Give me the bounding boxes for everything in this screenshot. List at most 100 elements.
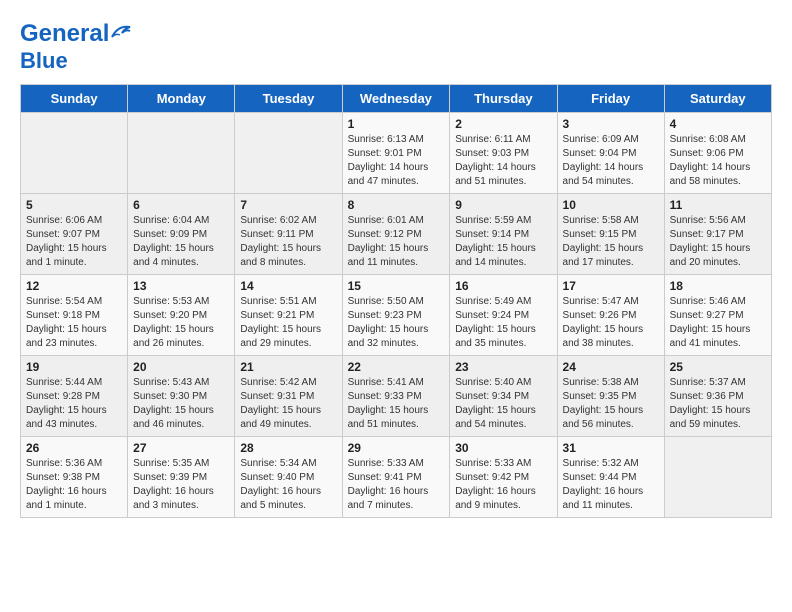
day-info: Sunrise: 5:50 AM Sunset: 9:23 PM Dayligh… xyxy=(348,295,445,351)
day-of-week-header: Monday xyxy=(128,85,235,113)
calendar-cell: 24 Sunrise: 5:38 AM Sunset: 9:35 PM Dayli… xyxy=(557,356,664,437)
calendar-cell: 31 Sunrise: 5:32 AM Sunset: 9:44 PM Dayli… xyxy=(557,437,664,518)
day-info: Sunrise: 5:32 AM Sunset: 9:44 PM Dayligh… xyxy=(563,457,659,513)
day-of-week-header: Saturday xyxy=(664,85,771,113)
day-info: Sunrise: 5:38 AM Sunset: 9:35 PM Dayligh… xyxy=(563,376,659,432)
day-number: 21 xyxy=(240,360,336,374)
day-number: 18 xyxy=(670,279,766,293)
calendar-week-row: 1Sunrise: 6:13 AM Sunset: 9:01 PM Daylig… xyxy=(21,113,772,194)
day-number: 5 xyxy=(26,198,122,212)
day-number: 20 xyxy=(133,360,229,374)
day-number: 1 xyxy=(348,117,445,131)
calendar-cell: 12Sunrise: 5:54 AM Sunset: 9:18 PM Dayli… xyxy=(21,275,128,356)
calendar-header-row: SundayMondayTuesdayWednesdayThursdayFrid… xyxy=(21,85,772,113)
calendar-cell xyxy=(128,113,235,194)
calendar-cell: 10 Sunrise: 5:58 AM Sunset: 9:15 PM Dayli… xyxy=(557,194,664,275)
day-number: 28 xyxy=(240,441,336,455)
calendar-cell: 22 Sunrise: 5:41 AM Sunset: 9:33 PM Dayli… xyxy=(342,356,450,437)
calendar-cell xyxy=(21,113,128,194)
day-info: Sunrise: 5:54 AM Sunset: 9:18 PM Dayligh… xyxy=(26,295,122,351)
logo-text-general: General xyxy=(20,20,109,48)
day-of-week-header: Tuesday xyxy=(235,85,342,113)
calendar-cell: 7 Sunrise: 6:02 AM Sunset: 9:11 PM Daylig… xyxy=(235,194,342,275)
day-info: Sunrise: 5:58 AM Sunset: 9:15 PM Dayligh… xyxy=(563,214,659,270)
day-info: Sunrise: 5:36 AM Sunset: 9:38 PM Dayligh… xyxy=(26,457,122,513)
day-number: 31 xyxy=(563,441,659,455)
calendar-cell: 9 Sunrise: 5:59 AM Sunset: 9:14 PM Daylig… xyxy=(450,194,557,275)
calendar-table: SundayMondayTuesdayWednesdayThursdayFrid… xyxy=(20,84,772,518)
day-info: Sunrise: 5:41 AM Sunset: 9:33 PM Dayligh… xyxy=(348,376,445,432)
day-number: 23 xyxy=(455,360,551,374)
calendar-cell: 14Sunrise: 5:51 AM Sunset: 9:21 PM Dayli… xyxy=(235,275,342,356)
day-info: Sunrise: 6:02 AM Sunset: 9:11 PM Dayligh… xyxy=(240,214,336,270)
logo-bird-icon xyxy=(110,23,132,39)
day-number: 16 xyxy=(455,279,551,293)
day-number: 27 xyxy=(133,441,229,455)
day-number: 26 xyxy=(26,441,122,455)
day-info: Sunrise: 5:43 AM Sunset: 9:30 PM Dayligh… xyxy=(133,376,229,432)
day-of-week-header: Thursday xyxy=(450,85,557,113)
calendar-cell: 1Sunrise: 6:13 AM Sunset: 9:01 PM Daylig… xyxy=(342,113,450,194)
day-info: Sunrise: 6:06 AM Sunset: 9:07 PM Dayligh… xyxy=(26,214,122,270)
calendar-cell: 11 Sunrise: 5:56 AM Sunset: 9:17 PM Dayli… xyxy=(664,194,771,275)
day-info: Sunrise: 6:04 AM Sunset: 9:09 PM Dayligh… xyxy=(133,214,229,270)
day-info: Sunrise: 5:35 AM Sunset: 9:39 PM Dayligh… xyxy=(133,457,229,513)
day-number: 2 xyxy=(455,117,551,131)
calendar-week-row: 19 Sunrise: 5:44 AM Sunset: 9:28 PM Dayli… xyxy=(21,356,772,437)
day-info: Sunrise: 6:01 AM Sunset: 9:12 PM Dayligh… xyxy=(348,214,445,270)
day-of-week-header: Friday xyxy=(557,85,664,113)
day-info: Sunrise: 5:47 AM Sunset: 9:26 PM Dayligh… xyxy=(563,295,659,351)
day-info: Sunrise: 5:44 AM Sunset: 9:28 PM Dayligh… xyxy=(26,376,122,432)
day-info: Sunrise: 6:09 AM Sunset: 9:04 PM Dayligh… xyxy=(563,133,659,189)
calendar-cell: 19 Sunrise: 5:44 AM Sunset: 9:28 PM Dayli… xyxy=(21,356,128,437)
day-info: Sunrise: 5:33 AM Sunset: 9:42 PM Dayligh… xyxy=(455,457,551,513)
day-number: 11 xyxy=(670,198,766,212)
day-number: 6 xyxy=(133,198,229,212)
day-info: Sunrise: 5:37 AM Sunset: 9:36 PM Dayligh… xyxy=(670,376,766,432)
day-number: 17 xyxy=(563,279,659,293)
calendar-cell: 2Sunrise: 6:11 AM Sunset: 9:03 PM Daylig… xyxy=(450,113,557,194)
day-number: 19 xyxy=(26,360,122,374)
day-info: Sunrise: 5:59 AM Sunset: 9:14 PM Dayligh… xyxy=(455,214,551,270)
day-info: Sunrise: 5:40 AM Sunset: 9:34 PM Dayligh… xyxy=(455,376,551,432)
day-number: 9 xyxy=(455,198,551,212)
calendar-cell: 30 Sunrise: 5:33 AM Sunset: 9:42 PM Dayli… xyxy=(450,437,557,518)
calendar-week-row: 5 Sunrise: 6:06 AM Sunset: 9:07 PM Daylig… xyxy=(21,194,772,275)
day-number: 30 xyxy=(455,441,551,455)
day-number: 25 xyxy=(670,360,766,374)
calendar-cell: 27 Sunrise: 5:35 AM Sunset: 9:39 PM Dayli… xyxy=(128,437,235,518)
day-number: 29 xyxy=(348,441,445,455)
day-number: 10 xyxy=(563,198,659,212)
day-number: 22 xyxy=(348,360,445,374)
day-number: 7 xyxy=(240,198,336,212)
calendar-cell: 15Sunrise: 5:50 AM Sunset: 9:23 PM Dayli… xyxy=(342,275,450,356)
calendar-cell: 28Sunrise: 5:34 AM Sunset: 9:40 PM Dayli… xyxy=(235,437,342,518)
day-info: Sunrise: 5:46 AM Sunset: 9:27 PM Dayligh… xyxy=(670,295,766,351)
day-info: Sunrise: 5:49 AM Sunset: 9:24 PM Dayligh… xyxy=(455,295,551,351)
calendar-cell xyxy=(664,437,771,518)
calendar-week-row: 26 Sunrise: 5:36 AM Sunset: 9:38 PM Dayli… xyxy=(21,437,772,518)
calendar-cell: 29 Sunrise: 5:33 AM Sunset: 9:41 PM Dayli… xyxy=(342,437,450,518)
day-info: Sunrise: 6:08 AM Sunset: 9:06 PM Dayligh… xyxy=(670,133,766,189)
day-number: 24 xyxy=(563,360,659,374)
calendar-cell: 18 Sunrise: 5:46 AM Sunset: 9:27 PM Dayli… xyxy=(664,275,771,356)
logo: General Blue xyxy=(20,20,132,74)
day-number: 3 xyxy=(563,117,659,131)
calendar-cell: 3 Sunrise: 6:09 AM Sunset: 9:04 PM Daylig… xyxy=(557,113,664,194)
calendar-cell: 21Sunrise: 5:42 AM Sunset: 9:31 PM Dayli… xyxy=(235,356,342,437)
day-info: Sunrise: 5:56 AM Sunset: 9:17 PM Dayligh… xyxy=(670,214,766,270)
calendar-week-row: 12Sunrise: 5:54 AM Sunset: 9:18 PM Dayli… xyxy=(21,275,772,356)
logo-text-blue: Blue xyxy=(20,48,68,73)
day-of-week-header: Wednesday xyxy=(342,85,450,113)
calendar-cell: 25 Sunrise: 5:37 AM Sunset: 9:36 PM Dayli… xyxy=(664,356,771,437)
day-number: 13 xyxy=(133,279,229,293)
day-info: Sunrise: 5:51 AM Sunset: 9:21 PM Dayligh… xyxy=(240,295,336,351)
calendar-cell: 5 Sunrise: 6:06 AM Sunset: 9:07 PM Daylig… xyxy=(21,194,128,275)
calendar-cell: 16 Sunrise: 5:49 AM Sunset: 9:24 PM Dayli… xyxy=(450,275,557,356)
calendar-cell: 23 Sunrise: 5:40 AM Sunset: 9:34 PM Dayli… xyxy=(450,356,557,437)
calendar-cell: 13Sunrise: 5:53 AM Sunset: 9:20 PM Dayli… xyxy=(128,275,235,356)
day-info: Sunrise: 5:33 AM Sunset: 9:41 PM Dayligh… xyxy=(348,457,445,513)
day-number: 4 xyxy=(670,117,766,131)
calendar-cell: 4 Sunrise: 6:08 AM Sunset: 9:06 PM Daylig… xyxy=(664,113,771,194)
calendar-cell: 8Sunrise: 6:01 AM Sunset: 9:12 PM Daylig… xyxy=(342,194,450,275)
